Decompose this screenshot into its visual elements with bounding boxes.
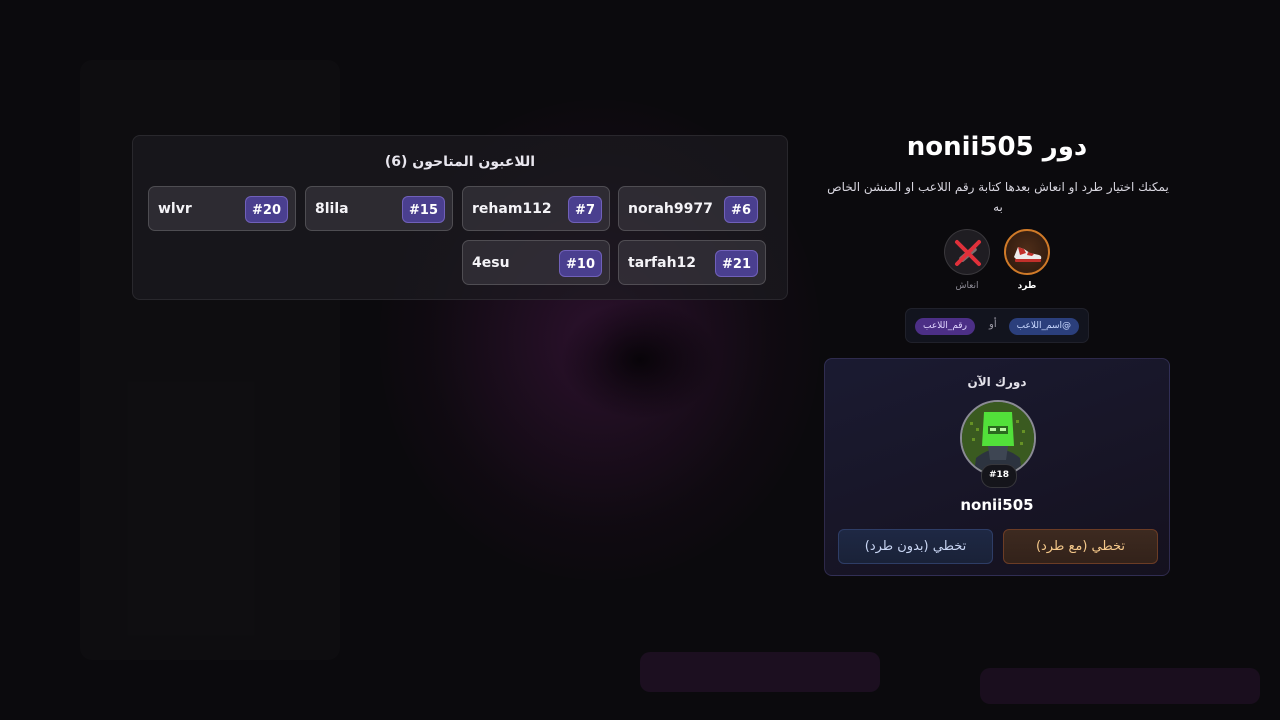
- kick-action[interactable]: طرد: [1002, 229, 1052, 291]
- mention-hint: @اسم_اللاعب أو رقم_اللاعب: [905, 308, 1089, 343]
- current-player-name: nonii505: [960, 496, 1034, 514]
- player-chip[interactable]: reham112 #7: [462, 186, 610, 231]
- current-turn-title: دورك الآن: [967, 375, 1027, 389]
- player-number-badge: #15: [402, 196, 445, 223]
- player-number-badge: #18: [981, 464, 1017, 488]
- turn-title: دور nonii505: [906, 132, 1088, 162]
- player-name: wlvr: [158, 201, 192, 217]
- player-chip[interactable]: norah9977 #6: [618, 186, 766, 231]
- available-players-title: اللاعبون المتاحون (6): [384, 154, 536, 170]
- kick-label: طرد: [1017, 281, 1037, 291]
- background-bar: [980, 668, 1260, 704]
- player-number-badge: #7: [568, 196, 602, 223]
- revive-label: انعاش: [955, 281, 979, 291]
- skip-with-kick-button[interactable]: تخطي (مع طرد): [1003, 529, 1158, 564]
- player-name: 8lila: [315, 201, 349, 217]
- or-text: أو: [989, 319, 997, 330]
- player-name-tag: @اسم_اللاعب: [1008, 318, 1079, 335]
- player-name: tarfah12: [628, 255, 697, 271]
- background-bar: [640, 652, 880, 692]
- player-chip[interactable]: tarfah12 #21: [618, 240, 766, 285]
- skip-without-kick-button[interactable]: تخطي (بدون طرد): [838, 529, 993, 564]
- player-chip[interactable]: 4esu #10: [462, 240, 610, 285]
- player-number-tag: رقم_اللاعب: [915, 318, 975, 335]
- player-name: reham112: [472, 201, 552, 217]
- turn-instruction: يمكنك اختيار طرد او انعاش بعدها كتابة رق…: [827, 180, 1169, 214]
- syringe-crossed-icon: [944, 229, 990, 275]
- sneaker-icon: [1004, 229, 1050, 275]
- player-name: 4esu: [472, 255, 510, 271]
- player-chip[interactable]: 8lila #15: [305, 186, 453, 231]
- background-shadow: [560, 300, 720, 420]
- player-number-badge: #6: [724, 196, 758, 223]
- available-players-panel: اللاعبون المتاحون (6) norah9977 #6 reham…: [132, 135, 788, 300]
- player-number-badge: #21: [715, 250, 758, 277]
- player-chip[interactable]: wlvr #20: [148, 186, 296, 231]
- player-name: norah9977: [628, 201, 713, 217]
- player-number-badge: #20: [245, 196, 288, 223]
- current-turn-card: دورك الآن #18 nonii505 تخطي (مع طرد) تخط…: [824, 358, 1170, 576]
- player-number-badge: #10: [559, 250, 602, 277]
- revive-action[interactable]: انعاش: [942, 229, 992, 291]
